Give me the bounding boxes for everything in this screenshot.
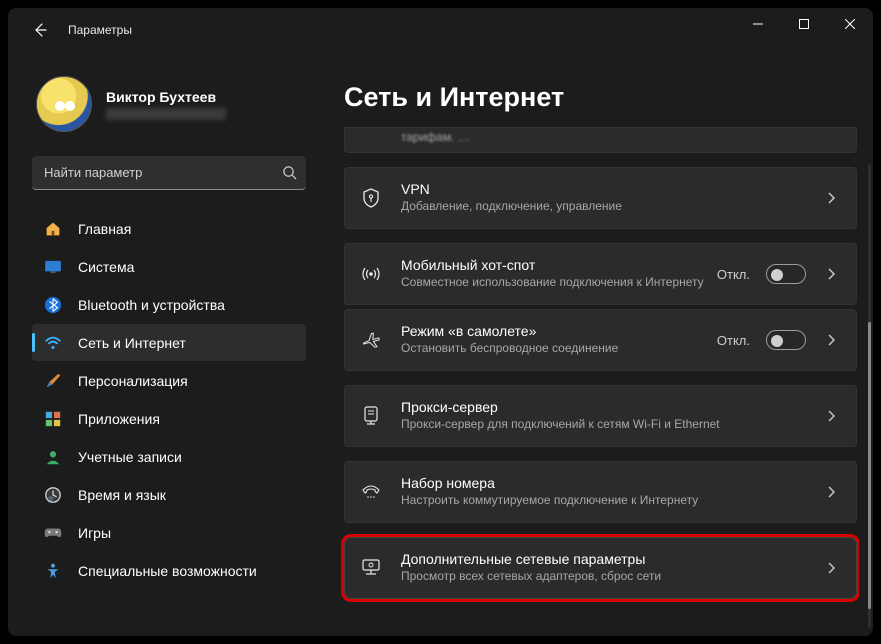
sidebar-item-personalization[interactable]: Персонализация bbox=[32, 362, 306, 399]
chevron-right-icon bbox=[822, 334, 840, 346]
window-title: Параметры bbox=[68, 23, 132, 37]
panel-sub: Просмотр всех сетевых адаптеров, сброс с… bbox=[401, 568, 812, 584]
sidebar-item-label: Игры bbox=[78, 525, 111, 541]
sidebar-item-label: Приложения bbox=[78, 411, 160, 427]
panel-cellular-partial[interactable]: тарифам. … bbox=[344, 127, 857, 153]
clock-icon: 文 bbox=[42, 484, 64, 506]
chevron-right-icon bbox=[822, 410, 840, 422]
panel-hotspot[interactable]: Мобильный хот-спот Совместное использова… bbox=[344, 243, 857, 305]
minimize-button[interactable] bbox=[735, 8, 781, 40]
proxy-icon bbox=[359, 406, 383, 426]
panel-sub: Настроить коммутируемое подключение к Ин… bbox=[401, 492, 812, 508]
panel-dialup[interactable]: Набор номера Настроить коммутируемое под… bbox=[344, 461, 857, 523]
panel-title: Дополнительные сетевые параметры bbox=[401, 551, 812, 567]
sidebar-item-label: Сеть и Интернет bbox=[78, 335, 186, 351]
accessibility-icon bbox=[42, 560, 64, 582]
hotspot-icon bbox=[359, 265, 383, 283]
sidebar-item-label: Время и язык bbox=[78, 487, 166, 503]
sidebar-item-accessibility[interactable]: Специальные возможности bbox=[32, 552, 306, 589]
bluetooth-icon bbox=[42, 294, 64, 316]
toggle-state: Откл. bbox=[717, 333, 750, 348]
network-settings-icon bbox=[359, 559, 383, 577]
sidebar-item-home[interactable]: Главная bbox=[32, 210, 306, 247]
panel-sub: Совместное использование подключения к И… bbox=[401, 274, 707, 290]
chevron-right-icon bbox=[822, 486, 840, 498]
profile-email-redacted bbox=[106, 108, 226, 120]
search-icon bbox=[272, 165, 306, 180]
sidebar-item-time[interactable]: 文 Время и язык bbox=[32, 476, 306, 513]
close-button[interactable] bbox=[827, 8, 873, 40]
sidebar-item-gaming[interactable]: Игры bbox=[32, 514, 306, 551]
panel-airplane[interactable]: Режим «в самолете» Остановить беспроводн… bbox=[344, 309, 857, 371]
sidebar-item-label: Персонализация bbox=[78, 373, 188, 389]
sidebar-item-label: Специальные возможности bbox=[78, 563, 257, 579]
panel-vpn[interactable]: VPN Добавление, подключение, управление bbox=[344, 167, 857, 229]
profile-name: Виктор Бухтеев bbox=[106, 89, 226, 105]
toggle-airplane[interactable] bbox=[766, 330, 806, 350]
sidebar-item-label: Главная bbox=[78, 221, 131, 237]
panel-list: тарифам. … VPN Добавление, подключение, … bbox=[318, 127, 859, 636]
sidebar-item-label: Система bbox=[78, 259, 134, 275]
apps-icon bbox=[42, 408, 64, 430]
sidebar-item-system[interactable]: Система bbox=[32, 248, 306, 285]
brush-icon bbox=[42, 370, 64, 392]
panel-title: Мобильный хот-спот bbox=[401, 257, 707, 273]
search-box[interactable] bbox=[32, 156, 306, 190]
chevron-right-icon bbox=[822, 562, 840, 574]
panel-title: Набор номера bbox=[401, 475, 812, 491]
shield-icon bbox=[359, 188, 383, 208]
svg-text:文: 文 bbox=[48, 494, 55, 503]
panel-title: Прокси-сервер bbox=[401, 399, 812, 415]
gamepad-icon bbox=[42, 522, 64, 544]
sidebar-item-network[interactable]: Сеть и Интернет bbox=[32, 324, 306, 361]
person-icon bbox=[42, 446, 64, 468]
sidebar-item-label: Bluetooth и устройства bbox=[78, 297, 225, 313]
sidebar-item-label: Учетные записи bbox=[78, 449, 182, 465]
chevron-right-icon bbox=[822, 192, 840, 204]
main-content: Сеть и Интернет тарифам. … VPN Добавлени… bbox=[318, 52, 873, 636]
nav: Главная Система Bluetooth и устройства С… bbox=[32, 210, 306, 589]
sidebar-item-accounts[interactable]: Учетные записи bbox=[32, 438, 306, 475]
chevron-right-icon bbox=[822, 268, 840, 280]
sidebar-item-bluetooth[interactable]: Bluetooth и устройства bbox=[32, 286, 306, 323]
page-title: Сеть и Интернет bbox=[318, 52, 859, 127]
avatar bbox=[36, 76, 92, 132]
scrollbar[interactable] bbox=[868, 164, 871, 628]
titlebar: Параметры bbox=[8, 8, 873, 52]
panel-title: VPN bbox=[401, 181, 812, 197]
sidebar: Виктор Бухтеев Главная Система bbox=[8, 52, 318, 636]
system-icon bbox=[42, 256, 64, 278]
toggle-hotspot[interactable] bbox=[766, 264, 806, 284]
profile[interactable]: Виктор Бухтеев bbox=[32, 60, 306, 150]
panel-sub: Остановить беспроводное соединение bbox=[401, 340, 707, 356]
maximize-button[interactable] bbox=[781, 8, 827, 40]
airplane-icon bbox=[359, 331, 383, 349]
panel-sub: Добавление, подключение, управление bbox=[401, 198, 812, 214]
sidebar-item-apps[interactable]: Приложения bbox=[32, 400, 306, 437]
panel-sub: Прокси-сервер для подключений к сетям Wi… bbox=[401, 416, 812, 432]
phone-icon bbox=[359, 484, 383, 500]
search-input[interactable] bbox=[32, 165, 272, 180]
panel-advanced-network[interactable]: Дополнительные сетевые параметры Просмот… bbox=[344, 537, 857, 599]
toggle-state: Откл. bbox=[717, 267, 750, 282]
scrollbar-thumb[interactable] bbox=[868, 322, 871, 610]
panel-proxy[interactable]: Прокси-сервер Прокси-сервер для подключе… bbox=[344, 385, 857, 447]
back-button[interactable] bbox=[28, 18, 52, 42]
panel-title: Режим «в самолете» bbox=[401, 323, 707, 339]
wifi-icon bbox=[42, 332, 64, 354]
home-icon bbox=[42, 218, 64, 240]
